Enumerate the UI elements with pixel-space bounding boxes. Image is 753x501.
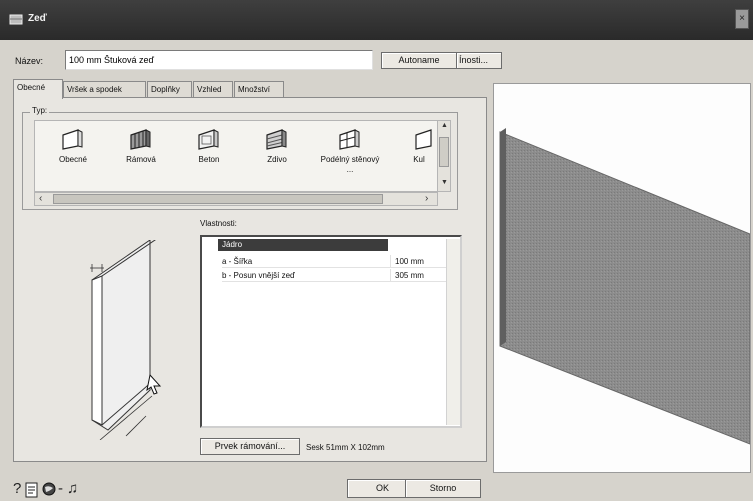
tab-general[interactable]: Obecné: [13, 79, 63, 99]
properties-grid[interactable]: − Jádro a - Šířka 100 mm b - Posun vnějš…: [200, 235, 462, 428]
property-row-offset[interactable]: b - Posun vnější zeď 305 mm: [222, 269, 448, 282]
title-bar[interactable]: Zeď ×: [0, 0, 753, 40]
property-row-width[interactable]: a - Šířka 100 mm: [222, 255, 448, 268]
framing-size-text: Sesk 51mm X 102mm: [306, 443, 385, 452]
concrete-wall-icon: [198, 129, 219, 150]
type-item-generic[interactable]: Obecné: [43, 127, 103, 165]
close-icon[interactable]: ×: [735, 9, 749, 29]
help-icon[interactable]: ?: [13, 480, 21, 498]
property-name: b - Posun vnější zeď: [222, 271, 295, 280]
globe-icon[interactable]: [42, 482, 56, 496]
type-item-label: Obecné: [58, 155, 88, 164]
masonry-wall-icon: [266, 129, 287, 150]
generic-wall-icon: [62, 129, 83, 150]
property-value[interactable]: 305 mm: [390, 269, 448, 282]
scroll-left-icon[interactable]: ‹: [39, 193, 42, 204]
wall-3d-preview: [499, 128, 751, 445]
property-name: a - Šířka: [222, 257, 253, 266]
properties-label: Vlastnosti:: [200, 219, 237, 228]
tab-quantity[interactable]: Množství: [234, 81, 284, 98]
type-item-label: Kul: [413, 155, 425, 164]
window-title: Zeď: [28, 13, 47, 24]
document-icon[interactable]: [25, 482, 39, 498]
type-item-label: Zdivo: [267, 155, 287, 164]
tab-accessories[interactable]: Doplňky: [147, 81, 192, 98]
type-item-masonry[interactable]: Zdivo: [247, 127, 307, 165]
separator-icon: -: [58, 480, 63, 497]
type-item-label: Rámová: [126, 155, 156, 164]
scroll-up-icon[interactable]: ▲: [441, 122, 448, 129]
longitudinal-wall-icon: [339, 129, 360, 150]
scroll-thumb[interactable]: [53, 194, 383, 204]
type-item-label: Podélný stěnový ...: [320, 155, 380, 174]
properties-scrollbar[interactable]: [446, 239, 460, 425]
scroll-right-icon[interactable]: ›: [425, 193, 428, 204]
scroll-down-icon[interactable]: ▼: [441, 179, 448, 186]
type-item-frame[interactable]: Rámová: [111, 127, 171, 165]
properties-group-header[interactable]: Jádro: [218, 239, 388, 251]
options-button[interactable]: Ínosti...: [456, 52, 502, 69]
wall-dimension-sketch: [90, 240, 162, 440]
music-note-icon[interactable]: ♫: [67, 480, 78, 498]
preview-3d-pane[interactable]: [493, 83, 751, 473]
name-label: Název:: [15, 56, 44, 66]
wall-app-icon: [9, 14, 23, 25]
wall-dialog: Zeď × Název: Autoname Ínosti... Obecné V…: [0, 0, 753, 501]
property-value[interactable]: 100 mm: [390, 255, 448, 268]
cancel-button[interactable]: Storno: [405, 479, 481, 498]
scroll-thumb[interactable]: [439, 137, 449, 167]
wall-type-list[interactable]: Obecné Rámová Beton Zdivo Podélný stěnov…: [34, 120, 438, 192]
type-item-longitudinal[interactable]: Podélný stěnový ...: [320, 127, 380, 175]
type-item-label: Beton: [198, 155, 220, 164]
type-item-concrete[interactable]: Beton: [179, 127, 239, 165]
type-list-horizontal-scrollbar[interactable]: ‹ ›: [34, 192, 438, 206]
name-input[interactable]: [65, 50, 373, 70]
autoname-button[interactable]: Autoname: [381, 52, 457, 69]
framing-element-button[interactable]: Prvek rámování...: [200, 438, 300, 455]
type-item-partial[interactable]: Kul: [401, 127, 437, 165]
partial-wall-icon: [415, 129, 432, 150]
type-list-vertical-scrollbar[interactable]: ▲ ▼: [437, 120, 451, 192]
collapse-icon[interactable]: −: [205, 240, 210, 249]
tab-top-bottom[interactable]: Vršek a spodek: [63, 81, 146, 98]
frame-wall-icon: [130, 129, 151, 150]
type-group-label: Typ:: [30, 106, 50, 115]
tab-appearance[interactable]: Vzhled: [193, 81, 233, 98]
